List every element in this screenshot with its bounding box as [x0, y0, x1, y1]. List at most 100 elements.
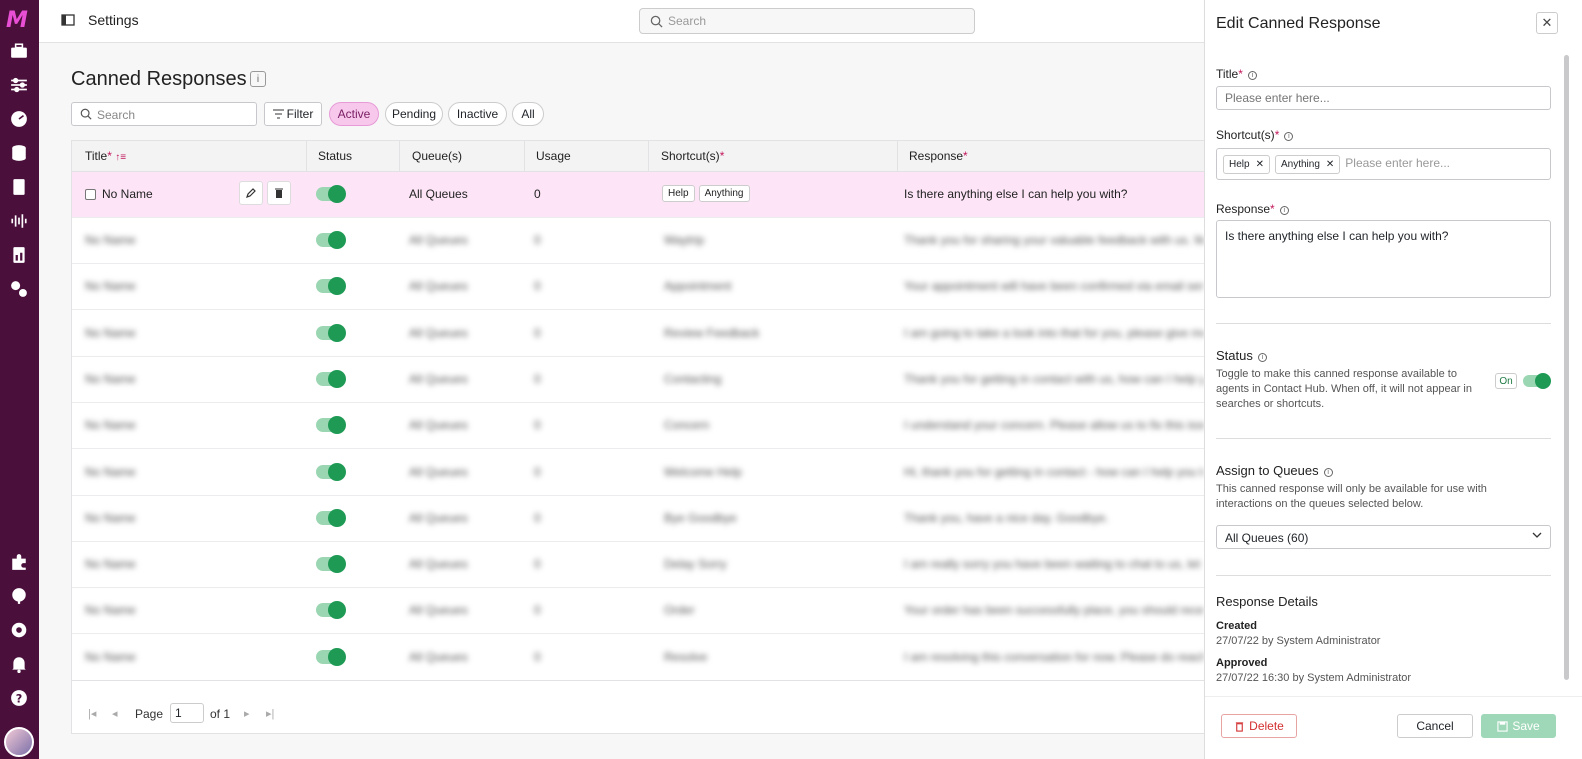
help-icon[interactable]: ?: [8, 687, 30, 709]
close-icon[interactable]: ✕: [1536, 12, 1558, 34]
panel-scrollbar[interactable]: [1564, 55, 1569, 680]
table-row[interactable]: No Name All Queues 0 Welcome Help Hi, thank …: [72, 450, 1210, 496]
title-input[interactable]: [1216, 86, 1551, 110]
table-row[interactable]: No Name All Queues 0 Appointment Your appoin…: [72, 264, 1210, 311]
page-input[interactable]: 1: [170, 703, 204, 723]
status-toggle[interactable]: [316, 185, 346, 203]
row-queue: All Queues: [409, 371, 468, 386]
info-icon[interactable]: i: [250, 71, 266, 87]
status-toggle[interactable]: [316, 416, 346, 435]
col-title[interactable]: Title* ↑≡: [85, 149, 126, 163]
row-usage: 0: [534, 371, 541, 386]
gear-icon[interactable]: [8, 619, 30, 641]
delete-row-button[interactable]: [267, 181, 291, 205]
table-row[interactable]: No Name All Queues 0 Review Feedback I am go…: [72, 311, 1210, 357]
status-title: Status i: [1216, 348, 1267, 363]
row-usage: 0: [534, 233, 541, 247]
edit-icon: [246, 188, 256, 198]
row-usage: 0: [534, 325, 541, 340]
row-title: No Name: [85, 649, 136, 664]
report-icon[interactable]: [8, 244, 30, 266]
row-usage: 0: [534, 510, 541, 525]
sort-icon[interactable]: ↑≡: [115, 152, 126, 163]
info-icon: i: [1284, 132, 1294, 141]
table-row[interactable]: No Name All Queues 0 Delay Sorry I am really…: [72, 542, 1210, 589]
row-title: No Name: [85, 557, 136, 572]
status-toggle[interactable]: [316, 555, 346, 574]
queues-description: This canned response will only be availa…: [1216, 483, 1487, 510]
shortcut-label: Shortcut(s)* i: [1216, 128, 1294, 142]
audio-wave-icon[interactable]: [8, 210, 30, 232]
status-toggle[interactable]: [316, 508, 346, 527]
sliders-icon[interactable]: [8, 74, 30, 96]
prev-page-icon[interactable]: ◂: [112, 707, 118, 720]
shortcut-input[interactable]: Help ✕ Anything ✕ Please enter here...: [1216, 148, 1551, 180]
table-row[interactable]: No Name All Queues 0 Order Your order has be…: [72, 588, 1210, 635]
status-toggle[interactable]: [1523, 373, 1551, 389]
status-toggle[interactable]: [316, 369, 346, 388]
status-toggle[interactable]: [316, 462, 346, 481]
col-usage[interactable]: Usage: [536, 149, 571, 163]
panel-title: Edit Canned Response: [1216, 15, 1381, 32]
left-nav: M ?: [0, 0, 39, 759]
first-page-icon[interactable]: |◂: [88, 707, 96, 720]
table-row[interactable]: No Name All Queues 0 Help Anything Is the…: [72, 172, 1210, 218]
database-icon[interactable]: [8, 142, 30, 164]
chip-all[interactable]: All: [512, 102, 544, 126]
globe-icon[interactable]: [8, 585, 30, 607]
col-status[interactable]: Status: [318, 149, 352, 163]
table-row[interactable]: No Name All Queues 0 Waytrip Thank you for s…: [72, 218, 1210, 264]
col-response[interactable]: Response*: [909, 149, 968, 163]
save-button[interactable]: Save: [1481, 714, 1556, 738]
briefcase-icon[interactable]: [8, 40, 30, 62]
table-row[interactable]: No Name All Queues 0 Contacting Thank you fo…: [72, 357, 1210, 403]
user-avatar[interactable]: [4, 727, 34, 757]
queues-select[interactable]: All Queues (60): [1216, 525, 1551, 549]
status-toggle[interactable]: [316, 647, 346, 666]
col-shortcuts[interactable]: Shortcut(s)*: [661, 149, 724, 163]
table-row[interactable]: No Name All Queues 0 Bye Goodbye Thank you, …: [72, 496, 1210, 542]
bell-icon[interactable]: [8, 653, 30, 675]
global-search-input[interactable]: Search: [639, 8, 975, 34]
status-toggle[interactable]: [316, 323, 346, 342]
logo-mark[interactable]: M: [6, 8, 28, 33]
chip-active[interactable]: Active: [329, 102, 379, 126]
table-row[interactable]: No Name All Queues 0 Concern I understand yo…: [72, 403, 1210, 450]
row-queue: All Queues: [409, 279, 468, 294]
status-toggle[interactable]: [316, 277, 346, 296]
remove-tag-icon[interactable]: ✕: [1256, 159, 1264, 170]
documents-icon[interactable]: [8, 176, 30, 198]
row-title: No Name: [85, 279, 136, 294]
row-shortcuts: Concern: [664, 418, 710, 433]
delete-button[interactable]: Delete: [1221, 714, 1297, 738]
filter-button[interactable]: Filter: [264, 102, 322, 126]
edit-button[interactable]: [239, 181, 263, 205]
row-title: No Name: [85, 371, 136, 386]
table-row[interactable]: No Name All Queues 0 Resolve I am resolving …: [72, 635, 1210, 681]
table-search-placeholder: Search: [97, 108, 136, 122]
row-response: I am going to take a look into that for …: [904, 325, 1204, 340]
sidebar-toggle-icon[interactable]: [61, 13, 75, 27]
status-toggle[interactable]: [316, 231, 346, 249]
row-response: I am really sorry you have been waiting …: [904, 557, 1204, 572]
page-header-title: Settings: [88, 12, 139, 28]
table-header: Title* ↑≡ Status Queue(s) Usage Shortcut…: [72, 141, 1210, 172]
cancel-button[interactable]: Cancel: [1397, 714, 1473, 738]
row-queue: All Queues: [409, 510, 468, 525]
response-textarea[interactable]: Is there anything else I can help you wi…: [1216, 220, 1551, 298]
status-toggle[interactable]: [316, 601, 346, 620]
table-search-input[interactable]: Search: [71, 102, 257, 126]
created-value: 27/07/22 by System Administrator: [1216, 635, 1381, 647]
chip-inactive[interactable]: Inactive: [448, 102, 507, 126]
col-queues[interactable]: Queue(s): [412, 149, 462, 163]
row-usage: 0: [534, 464, 541, 479]
remove-tag-icon[interactable]: ✕: [1326, 159, 1334, 170]
last-page-icon[interactable]: ▸|: [266, 707, 274, 720]
dashboard-icon[interactable]: [8, 108, 30, 130]
settings-gears-icon[interactable]: [8, 278, 30, 300]
puzzle-icon[interactable]: [8, 551, 30, 573]
row-checkbox[interactable]: [85, 189, 96, 200]
next-page-icon[interactable]: ▸: [244, 707, 250, 720]
chip-pending[interactable]: Pending: [385, 102, 443, 126]
info-icon: i: [1257, 353, 1267, 362]
